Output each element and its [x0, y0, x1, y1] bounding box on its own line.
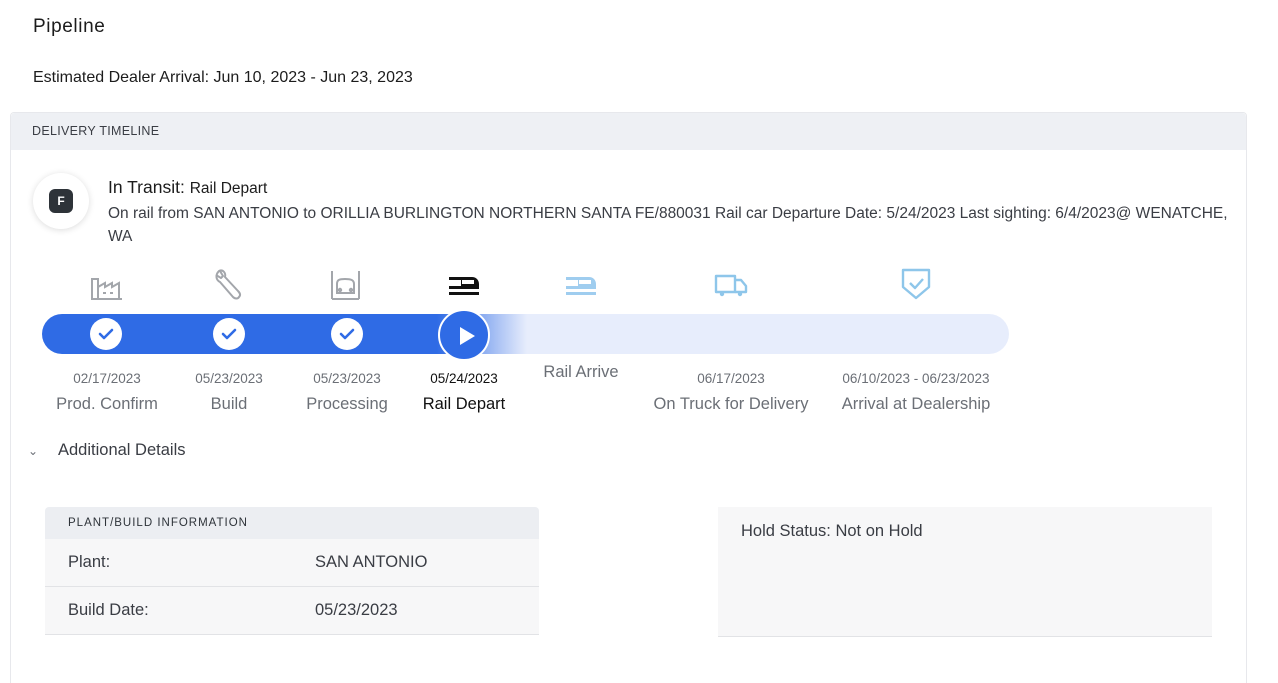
badge-letter: F — [49, 189, 73, 213]
estimated-arrival: Estimated Dealer Arrival: Jun 10, 2023 -… — [33, 69, 413, 86]
step-label-arrival: Arrival at Dealership — [841, 395, 991, 413]
step-label-rail-depart: Rail Depart — [422, 395, 506, 413]
build-date-label: Build Date: — [68, 601, 149, 619]
shield-check-icon — [901, 268, 931, 300]
wrench-icon — [215, 269, 242, 300]
status-prefix: In Transit: — [108, 177, 185, 197]
truck-icon — [714, 274, 748, 297]
plant-value: SAN ANTONIO — [315, 553, 428, 571]
chevron-down-icon: ⌄ — [28, 444, 39, 458]
status-line: In Transit: Rail Depart — [108, 177, 267, 198]
plant-build-info-header: PLANT/BUILD INFORMATION — [45, 507, 539, 539]
step-complete-check-icon — [90, 318, 122, 350]
additional-details-label: Additional Details — [58, 441, 186, 459]
hold-status-panel: Hold Status: Not on Hold — [718, 507, 1212, 637]
status-description: On rail from SAN ANTONIO to ORILLIA BURL… — [108, 205, 1228, 245]
step-date-arrival: 06/10/2023 - 06/23/2023 — [842, 371, 990, 386]
step-complete-check-icon — [213, 318, 245, 350]
progress-track — [42, 314, 1009, 354]
step-complete-check-icon — [331, 318, 363, 350]
delivery-timeline-card: DELIVERY TIMELINE F In Transit: Rail Dep… — [10, 112, 1247, 683]
status-stage: Rail Depart — [189, 180, 268, 197]
delivery-timeline-header: DELIVERY TIMELINE — [11, 113, 1246, 150]
plant-label: Plant: — [68, 553, 111, 571]
current-step-play-icon — [438, 309, 490, 361]
factory-icon — [91, 278, 122, 300]
step-label-on-truck: On Truck for Delivery — [653, 395, 809, 413]
page-title: Pipeline — [33, 16, 106, 37]
step-label-rail-arrive: Rail Arrive — [543, 363, 619, 381]
rail-icon — [449, 277, 479, 295]
status-badge: F — [33, 173, 89, 229]
rail-icon — [566, 277, 596, 295]
processing-icon — [331, 271, 360, 300]
plant-row: Plant: SAN ANTONIO — [45, 539, 539, 587]
hold-status: Hold Status: Not on Hold — [741, 522, 923, 540]
plant-build-info-panel: PLANT/BUILD INFORMATION Plant: SAN ANTON… — [45, 507, 539, 637]
build-date-row: Build Date: 05/23/2023 — [45, 587, 539, 635]
additional-details-toggle[interactable]: ⌄ Additional Details — [28, 441, 186, 460]
build-date-value: 05/23/2023 — [315, 601, 398, 619]
